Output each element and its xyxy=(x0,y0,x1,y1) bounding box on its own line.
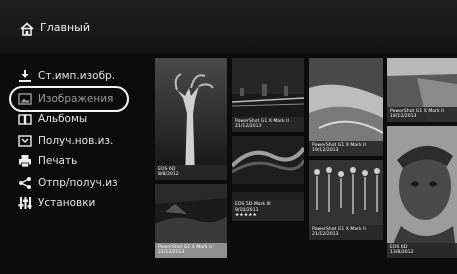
photo-thumbnail[interactable]: PowerShot G1 X Mark II 21/12/2013 xyxy=(155,184,227,258)
menu-item-new-images[interactable]: Получ.нов.из. xyxy=(14,132,144,150)
menu-item-albums[interactable]: Альбомы xyxy=(14,110,144,128)
menu-item-share[interactable]: Отпр/получ.из xyxy=(14,174,144,192)
share-icon xyxy=(19,177,31,189)
photo-image xyxy=(387,126,457,258)
menu-item-label: Ст.имп.изобр. xyxy=(38,70,116,82)
page-title: Главный xyxy=(40,21,90,34)
images-icon xyxy=(18,93,32,105)
photo-thumbnail[interactable]: PowerShot G1 X Mark II 18/12/2013 xyxy=(387,58,457,122)
menu-item-label: Получ.нов.из. xyxy=(38,135,114,147)
photo-thumbnail[interactable]: EOS 6D 13/8/2012 xyxy=(387,126,457,258)
home-icon xyxy=(20,22,34,36)
photo-image xyxy=(155,58,227,180)
printer-icon xyxy=(19,155,31,168)
rating-stars: ★★★★★ xyxy=(235,213,258,219)
photo-thumbnail[interactable]: EOS 5D Mark III 9/10/2011 ★★★★★ xyxy=(232,136,304,221)
photo-caption: PowerShot G1 X Mark II 19/12/2013 xyxy=(309,140,383,156)
header-bar: Главный xyxy=(0,0,457,54)
photo-thumbnail[interactable]: PowerShot G1 X Mark II 21/12/2013 xyxy=(309,160,383,240)
photo-caption: PowerShot G1 X Mark II 21/12/2013 xyxy=(309,224,383,240)
photo-thumbnail[interactable]: EOS 6D 8/8/2012 xyxy=(155,58,227,180)
photo-thumbnail[interactable]: PowerShot G1 X Mark II 19/12/2013 xyxy=(309,58,383,156)
photo-thumbnail[interactable]: PowerShot G1 X Mark II 21/12/2013 xyxy=(232,58,304,132)
menu-item-settings[interactable]: Установки xyxy=(14,194,144,212)
menu-item-images[interactable]: Изображения xyxy=(14,90,144,108)
menu-item-label: Отпр/получ.из xyxy=(38,177,118,189)
menu-item-import[interactable]: Ст.имп.изобр. xyxy=(14,67,144,85)
menu-item-print[interactable]: Печать xyxy=(14,152,144,170)
import-icon xyxy=(19,70,31,82)
menu-item-label: Печать xyxy=(38,155,78,167)
menu-item-label: Альбомы xyxy=(38,113,88,125)
photo-caption: PowerShot G1 X Mark II 18/12/2013 xyxy=(387,106,457,122)
photo-caption: EOS 5D Mark III 9/10/2011 ★★★★★ xyxy=(232,200,304,221)
photo-caption: PowerShot G1 X Mark II 21/12/2013 xyxy=(155,242,227,258)
menu-item-label: Установки xyxy=(38,197,96,209)
photo-caption: EOS 6D 13/8/2012 xyxy=(387,242,457,258)
photo-caption: EOS 6D 8/8/2012 xyxy=(155,164,227,180)
settings-icon xyxy=(18,197,32,209)
photo-caption: PowerShot G1 X Mark II 21/12/2013 xyxy=(232,116,304,132)
menu-item-label: Изображения xyxy=(38,93,114,105)
new-images-icon xyxy=(18,135,32,147)
albums-icon xyxy=(18,114,32,125)
